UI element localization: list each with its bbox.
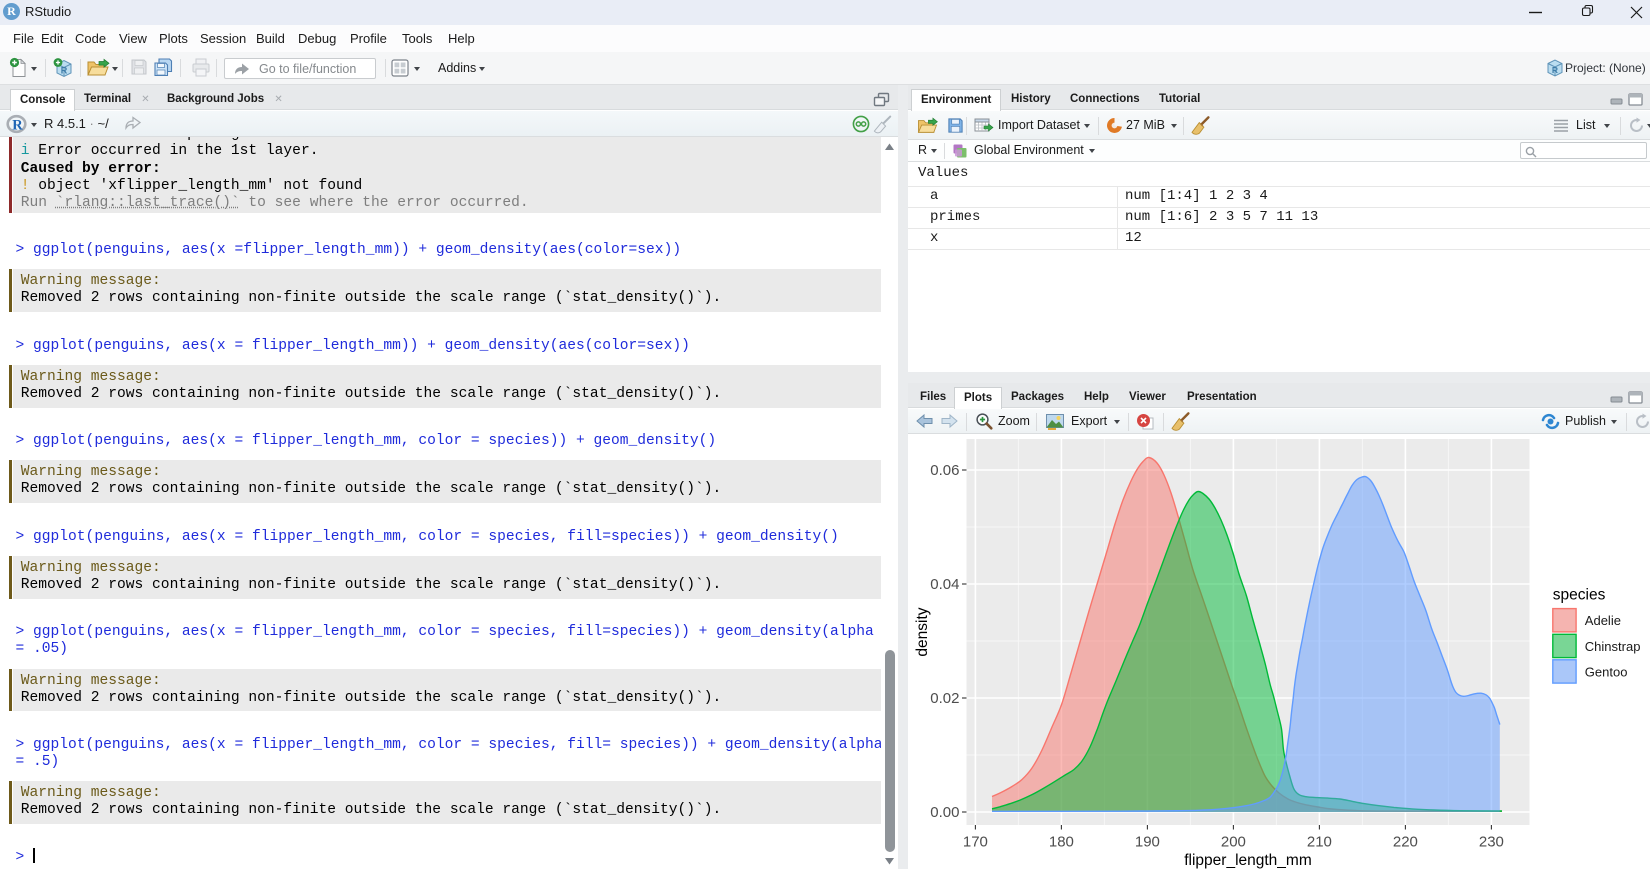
svg-text:R: R (1552, 65, 1558, 75)
svg-text:220: 220 (1393, 834, 1418, 851)
svg-text:density: density (914, 607, 931, 656)
svg-text:Chinstrap: Chinstrap (1585, 639, 1641, 654)
svg-text:0.04: 0.04 (930, 576, 959, 593)
svg-text:210: 210 (1307, 834, 1332, 851)
svg-text:Adelie: Adelie (1585, 613, 1621, 628)
svg-text:200: 200 (1221, 834, 1246, 851)
svg-text:230: 230 (1479, 834, 1504, 851)
svg-text:170: 170 (963, 834, 988, 851)
svg-text:0.02: 0.02 (930, 690, 959, 707)
svg-text:180: 180 (1049, 834, 1074, 851)
svg-text:flipper_length_mm: flipper_length_mm (1184, 852, 1312, 869)
svg-text:190: 190 (1135, 834, 1160, 851)
svg-text:R: R (61, 66, 68, 76)
svg-text:Gentoo: Gentoo (1585, 664, 1628, 679)
svg-text:species: species (1553, 587, 1606, 604)
svg-text:0.06: 0.06 (930, 462, 959, 479)
svg-text:R: R (12, 118, 23, 134)
svg-text:0.00: 0.00 (930, 804, 959, 821)
